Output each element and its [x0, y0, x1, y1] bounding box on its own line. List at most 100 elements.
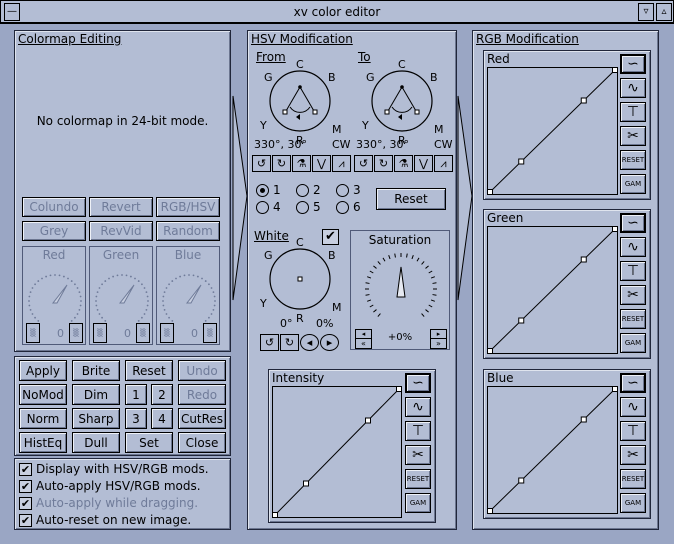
green-line-icon[interactable]: ∿: [620, 237, 646, 257]
brite-button[interactable]: Brite: [72, 360, 120, 381]
blue-reset-button[interactable]: RESET: [620, 469, 646, 489]
red-line-icon[interactable]: ∿: [620, 78, 646, 98]
saturation-dial[interactable]: Saturation ◂ « +0% ▸ »: [350, 230, 450, 350]
red-reset-button[interactable]: RESET: [620, 150, 646, 170]
1-button[interactable]: 1: [125, 384, 147, 405]
redo-button[interactable]: Redo: [178, 384, 226, 405]
sat-fast-right-icon[interactable]: »: [430, 338, 447, 349]
hue-range-radio-5[interactable]: [296, 201, 309, 214]
cutres-button[interactable]: CutRes: [178, 408, 226, 429]
intensity-line-icon[interactable]: ∿: [405, 397, 431, 417]
to-hue-wheel[interactable]: CGBYMR: [354, 49, 454, 147]
to-swap-icon[interactable]: ⚗: [394, 155, 413, 172]
title-bar[interactable]: — xv color editor ▿ ▵: [0, 0, 674, 24]
white-hue-value: 0°: [280, 317, 293, 330]
blue-delete-point-icon[interactable]: ✂: [620, 445, 646, 465]
colormap-message: No colormap in 24-bit mode.: [36, 114, 209, 128]
option-checkbox[interactable]: ✔: [19, 497, 32, 510]
dim-button[interactable]: Dim: [72, 384, 120, 405]
green-add-point-icon[interactable]: ⊤: [620, 261, 646, 281]
dull-button[interactable]: Dull: [72, 432, 120, 453]
intensity-graph[interactable]: [272, 386, 402, 518]
to-rotate-ccw-icon[interactable]: ↺: [354, 155, 373, 172]
sharp-button[interactable]: Sharp: [72, 408, 120, 429]
option-label: Display with HSV/RGB mods.: [36, 462, 209, 476]
dial-inc-icon[interactable]: ▒: [136, 323, 150, 343]
cmap-red-dial[interactable]: Red ▒ 0 ▒: [22, 246, 86, 345]
intensity-reset-button[interactable]: RESET: [405, 469, 431, 489]
green-spline-icon[interactable]: ∽: [620, 213, 646, 233]
hue-range-radio-4[interactable]: [256, 201, 269, 214]
dial-inc-icon[interactable]: ▒: [203, 323, 217, 343]
red-add-point-icon[interactable]: ⊤: [620, 102, 646, 122]
option-checkbox[interactable]: ✔: [19, 463, 32, 476]
cmap-rgb-hsv-button[interactable]: RGB/HSV: [156, 197, 220, 217]
blue-spline-icon[interactable]: ∽: [620, 373, 646, 393]
white-sat-dec-icon[interactable]: ◂: [300, 334, 319, 351]
white-rotate-ccw-icon[interactable]: ↺: [260, 334, 279, 351]
radio-label: 4: [273, 200, 281, 214]
cmap-revvid-button[interactable]: RevVid: [89, 221, 153, 241]
white-rotate-cw-icon[interactable]: ↻: [280, 334, 299, 351]
intensity-delete-point-icon[interactable]: ✂: [405, 445, 431, 465]
dial-dec-icon[interactable]: ▒: [26, 323, 40, 343]
from-expand-icon[interactable]: ⋁: [312, 155, 331, 172]
maximize-icon[interactable]: ▵: [656, 3, 672, 21]
reset-button[interactable]: Reset: [125, 360, 173, 381]
cmap-random-button[interactable]: Random: [156, 221, 220, 241]
red-gamma-button[interactable]: GAM: [620, 174, 646, 194]
green-delete-point-icon[interactable]: ✂: [620, 285, 646, 305]
4-button[interactable]: 4: [151, 408, 173, 429]
to-expand-icon[interactable]: ⋁: [414, 155, 433, 172]
cmap-colundo-button[interactable]: Colundo: [22, 197, 86, 217]
from-compress-icon[interactable]: ⩘: [332, 155, 351, 172]
white-sat-inc-icon[interactable]: ▸: [320, 334, 339, 351]
undo-button[interactable]: Undo: [178, 360, 226, 381]
minimize-icon[interactable]: ▿: [638, 3, 654, 21]
dial-dec-icon[interactable]: ▒: [160, 323, 174, 343]
from-rotate-ccw-icon[interactable]: ↺: [252, 155, 271, 172]
hsv-reset-button[interactable]: Reset: [376, 188, 446, 210]
blue-graph[interactable]: [487, 386, 618, 514]
green-graph[interactable]: [487, 226, 618, 354]
set-button[interactable]: Set: [125, 432, 173, 453]
apply-button[interactable]: Apply: [19, 360, 67, 381]
from-swap-icon[interactable]: ⚗: [292, 155, 311, 172]
hue-range-radio-3[interactable]: [336, 184, 349, 197]
dial-dec-icon[interactable]: ▒: [93, 323, 107, 343]
radio-label: 2: [313, 183, 321, 197]
cmap-blue-dial[interactable]: Blue ▒ 0 ▒: [156, 246, 220, 345]
intensity-spline-icon[interactable]: ∽: [405, 373, 431, 393]
green-gamma-button[interactable]: GAM: [620, 333, 646, 353]
to-compress-icon[interactable]: ⩘: [434, 155, 453, 172]
hue-range-radio-6[interactable]: [336, 201, 349, 214]
norm-button[interactable]: Norm: [19, 408, 67, 429]
white-hue-wheel[interactable]: C G B Y M R: [252, 227, 352, 327]
dial-inc-icon[interactable]: ▒: [69, 323, 83, 343]
close-button[interactable]: Close: [178, 432, 226, 453]
cmap-green-dial[interactable]: Green ▒ 0 ▒: [89, 246, 153, 345]
hue-range-radio-1[interactable]: [256, 184, 269, 197]
hue-range-radio-2[interactable]: [296, 184, 309, 197]
cmap-grey-button[interactable]: Grey: [22, 221, 86, 241]
red-graph[interactable]: [487, 67, 618, 195]
to-rotate-cw-icon[interactable]: ↻: [374, 155, 393, 172]
intensity-gamma-button[interactable]: GAM: [405, 493, 431, 513]
3-button[interactable]: 3: [125, 408, 147, 429]
2-button[interactable]: 2: [151, 384, 173, 405]
cmap-revert-button[interactable]: Revert: [89, 197, 153, 217]
blue-line-icon[interactable]: ∿: [620, 397, 646, 417]
nomod-button[interactable]: NoMod: [19, 384, 67, 405]
colormap-panel: Colormap Editing No colormap in 24-bit m…: [14, 30, 231, 352]
from-hue-wheel[interactable]: CGBYMR: [252, 49, 352, 147]
option-checkbox[interactable]: ✔: [19, 480, 32, 493]
green-reset-button[interactable]: RESET: [620, 309, 646, 329]
from-rotate-cw-icon[interactable]: ↻: [272, 155, 291, 172]
blue-gamma-button[interactable]: GAM: [620, 493, 646, 513]
histeq-button[interactable]: HistEq: [19, 432, 67, 453]
blue-add-point-icon[interactable]: ⊤: [620, 421, 646, 441]
red-delete-point-icon[interactable]: ✂: [620, 126, 646, 146]
intensity-add-point-icon[interactable]: ⊤: [405, 421, 431, 441]
red-spline-icon[interactable]: ∽: [620, 54, 646, 74]
option-checkbox[interactable]: ✔: [19, 514, 32, 527]
